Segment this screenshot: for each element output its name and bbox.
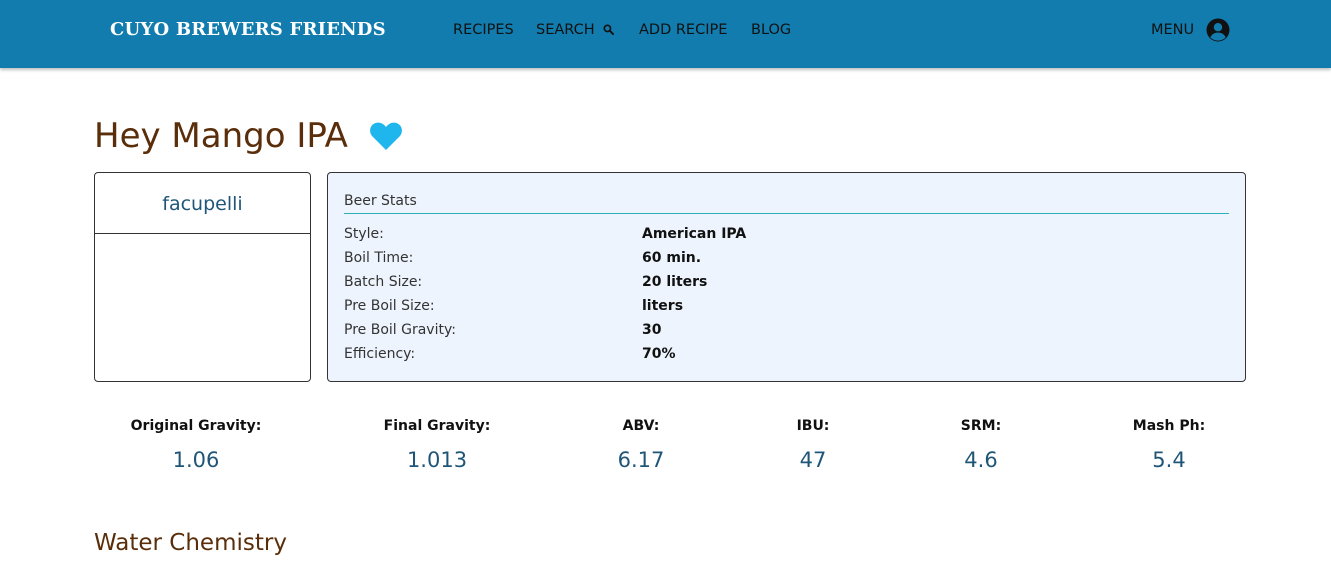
search-icon <box>603 24 614 35</box>
nav-search-link[interactable]: SEARCH <box>536 22 614 38</box>
metric-value: 6.17 <box>617 448 665 472</box>
beer-stats-header: Beer Stats <box>344 193 1229 214</box>
stat-row-boil-time: Boil Time: 60 min. <box>344 250 1224 272</box>
stat-row-batch-size: Batch Size: 20 liters <box>344 274 1224 296</box>
metric-label: IBU: <box>796 418 830 434</box>
metric-srm: SRM: 4.6 <box>941 418 1021 472</box>
nav-search-label: SEARCH <box>536 22 595 38</box>
stat-value: 20 liters <box>642 274 708 290</box>
stat-label: Batch Size: <box>344 274 423 290</box>
stat-row-efficiency: Efficiency: 70% <box>344 346 1224 368</box>
stat-row-pre-boil-gravity: Pre Boil Gravity: 30 <box>344 322 1224 344</box>
metric-value: 47 <box>799 448 827 472</box>
metric-abv: ABV: 6.17 <box>601 418 681 472</box>
metric-value: 4.6 <box>964 448 998 472</box>
stat-value: liters <box>642 298 684 314</box>
stat-row-pre-boil-size: Pre Boil Size: liters <box>344 298 1224 320</box>
metric-final-gravity: Final Gravity: 1.013 <box>377 418 497 472</box>
nav-add-recipe-link[interactable]: ADD RECIPE <box>639 22 727 38</box>
metric-value: 5.4 <box>1152 448 1186 472</box>
stat-row-style: Style: American IPA <box>344 226 1224 248</box>
page-title: Hey Mango IPA <box>94 116 348 156</box>
stat-label: Style: <box>344 226 384 242</box>
nav-recipes-link[interactable]: RECIPES <box>453 22 514 38</box>
user-circle-icon[interactable] <box>1206 18 1230 42</box>
metric-label: Original Gravity: <box>130 418 262 434</box>
stat-label: Boil Time: <box>344 250 414 266</box>
author-card: facupelli <box>94 172 311 382</box>
water-chemistry-heading: Water Chemistry <box>94 530 287 556</box>
metric-label: ABV: <box>622 418 660 434</box>
brand-logo[interactable]: CUYO BREWERS FRIENDS <box>110 19 386 40</box>
beer-stats-card: Beer Stats Style: American IPA Boil Time… <box>327 172 1246 382</box>
metric-mash-ph: Mash Ph: 5.4 <box>1119 418 1219 472</box>
stat-value: 30 <box>642 322 662 338</box>
metric-value: 1.013 <box>406 448 468 472</box>
metric-ibu: IBU: 47 <box>773 418 853 472</box>
stat-value: 60 min. <box>642 250 702 266</box>
nav-blog-link[interactable]: BLOG <box>751 22 791 38</box>
author-link[interactable]: facupelli <box>95 173 310 234</box>
stat-value: 70% <box>642 346 676 362</box>
stat-value: American IPA <box>642 226 747 242</box>
metric-label: Mash Ph: <box>1132 418 1206 434</box>
metric-label: Final Gravity: <box>383 418 491 434</box>
metric-value: 1.06 <box>172 448 220 472</box>
stat-label: Efficiency: <box>344 346 416 362</box>
metric-label: SRM: <box>960 418 1002 434</box>
menu-button[interactable]: MENU <box>1151 22 1194 38</box>
metric-original-gravity: Original Gravity: 1.06 <box>126 418 266 472</box>
stat-label: Pre Boil Gravity: <box>344 322 456 338</box>
navbar: CUYO BREWERS FRIENDS RECIPES SEARCH ADD … <box>0 0 1331 68</box>
heart-icon[interactable] <box>369 121 403 151</box>
stat-label: Pre Boil Size: <box>344 298 435 314</box>
